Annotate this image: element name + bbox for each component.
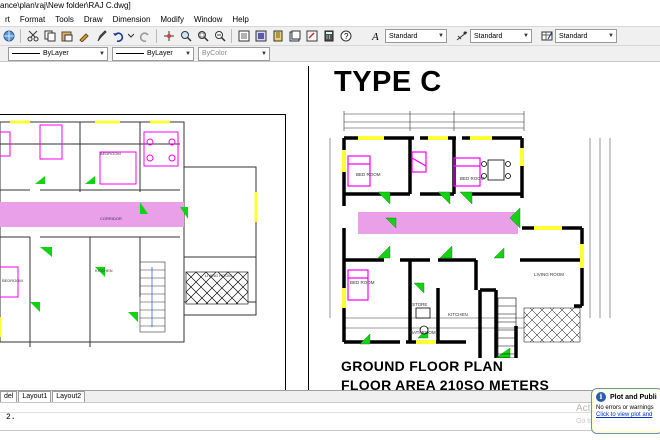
command-prompt[interactable]: 2. [6,413,16,422]
bath-label: BATHROOM [410,330,436,335]
plotstyle-select[interactable]: ByColor ▼ [198,46,270,61]
command-divider [0,430,660,431]
paste-icon[interactable] [60,30,73,43]
chevron-down-icon: ▼ [261,50,267,57]
notification-title: Plot and Publi [610,393,657,401]
markup-icon[interactable] [305,30,318,43]
text-style-icon[interactable]: A [370,30,383,43]
dim-style-value: Standard [474,32,503,40]
help-icon[interactable]: ? [339,30,352,43]
chevron-down-icon: ▼ [608,33,614,39]
window-title: ance\plan\raj\New folder\RAJ C.dwg] [0,0,660,12]
plan-title: GROUND FLOOR PLAN [341,358,504,374]
properties-toolbar: ByLayer ▼ ByLayer ▼ ByColor ▼ [0,46,660,62]
command-separator [0,412,660,413]
globe-icon[interactable] [2,30,15,43]
chevron-down-icon: ▼ [99,50,105,57]
lineweight-value: ByLayer [147,50,173,57]
properties-icon[interactable] [237,30,250,43]
sheet-set-icon[interactable] [288,30,301,43]
kitchen-label: KITCHEN [448,312,468,317]
bed2-label: BED ROOM [460,176,485,181]
menu-bar: rt Format Tools Draw Dimension Modify Wi… [0,12,660,26]
tab-layout2[interactable]: Layout2 [52,391,86,402]
zoom-previous-icon[interactable] [213,30,226,43]
right-balcony [523,307,581,343]
notification-message: No errors or warnings [596,405,654,411]
svg-text:A: A [371,31,379,42]
left-corridor [0,202,184,227]
menu-tools[interactable]: Tools [50,15,79,24]
tab-layout1[interactable]: Layout1 [18,391,52,402]
pan-icon[interactable] [162,30,175,43]
cut-icon[interactable] [26,30,39,43]
svg-text:?: ? [344,32,349,41]
linetype-select[interactable]: ByLayer ▼ [8,46,108,61]
right-corridor [358,212,518,234]
store-label: STORE [412,302,427,307]
menu-draw[interactable]: Draw [79,15,108,24]
dining-set [481,159,511,181]
menu-insert[interactable]: rt [0,15,15,24]
left-corridor-label: CORRIDOR [100,216,122,221]
tool-palettes-icon[interactable] [271,30,284,43]
left-kitchen-label: KITCHEN [95,268,113,273]
chevron-down-icon: ▼ [185,50,191,57]
zoom-window-icon[interactable] [196,30,209,43]
table-style-icon[interactable] [540,30,553,43]
tab-model[interactable]: del [0,391,18,402]
bed3-label: BED ROOM [350,280,375,285]
menu-dimension[interactable]: Dimension [108,15,156,24]
info-icon: i [596,392,606,402]
linetype-sample [12,53,40,54]
chevron-down-icon: ▼ [523,33,529,39]
drawing-canvas[interactable]: CORRIDOR LIVING ROOM BEDROOM KITCHEN BED… [0,62,660,390]
command-window[interactable]: 2. [0,402,660,440]
text-style-value: Standard [389,32,418,40]
autocad-window: ance\plan\raj\New folder\RAJ C.dwg] rt F… [0,0,660,440]
layout-tabs: del Layout1 Layout2 [0,390,660,402]
bed1-label: BED ROOM [356,172,381,177]
menu-format[interactable]: Format [15,15,50,24]
lineweight-select[interactable]: ByLayer ▼ [112,46,194,61]
menu-window[interactable]: Window [189,15,227,24]
menu-modify[interactable]: Modify [155,15,189,24]
standard-toolbar: ? A Standard ▼ Standard ▼ Standard ▼ [0,26,660,46]
left-stairs [139,261,166,333]
left-bedroom2-label: BEDROOM [2,278,23,283]
menu-help[interactable]: Help [227,15,253,24]
copy-icon[interactable] [43,30,56,43]
table-style-value: Standard [559,32,588,40]
left-floor-plan: CORRIDOR LIVING ROOM BEDROOM KITCHEN BED… [0,120,258,347]
redo-icon[interactable] [138,30,151,43]
left-plan-walls [0,121,257,347]
linetype-value: ByLayer [43,50,69,57]
chevron-down-icon: ▼ [438,33,444,39]
text-style-select[interactable]: Standard ▼ [385,29,447,43]
plotstyle-value: ByColor [202,50,227,57]
lineweight-sample [116,53,144,54]
dim-style-select[interactable]: Standard ▼ [470,29,532,43]
chevron-down-icon[interactable] [128,30,134,43]
right-floor-plan: BED ROOM BED ROOM BED ROOM LIVING ROOM S… [329,111,611,358]
area-title: FLOOR AREA 210SQ METERS [341,377,550,390]
left-bedroom-label: BEDROOM [100,151,121,156]
living-label: LIVING ROOM [534,272,564,277]
notification-link[interactable]: Click to view plot and [596,412,658,418]
sheet-divider [308,66,309,390]
calculator-icon[interactable] [322,30,335,43]
left-living-label: LIVING ROOM [205,273,232,278]
left-doors [30,176,188,322]
plot-notification-balloon[interactable]: i Plot and Publi No errors or warnings C… [591,388,660,434]
drawing-type-title: TYPE C [334,66,442,98]
design-center-icon[interactable] [254,30,267,43]
zoom-realtime-icon[interactable] [179,30,192,43]
match-properties-icon[interactable] [77,30,90,43]
undo-icon[interactable] [111,30,124,43]
table-style-select[interactable]: Standard ▼ [555,29,617,43]
brush-icon[interactable] [94,30,107,43]
dim-style-icon[interactable] [455,30,468,43]
